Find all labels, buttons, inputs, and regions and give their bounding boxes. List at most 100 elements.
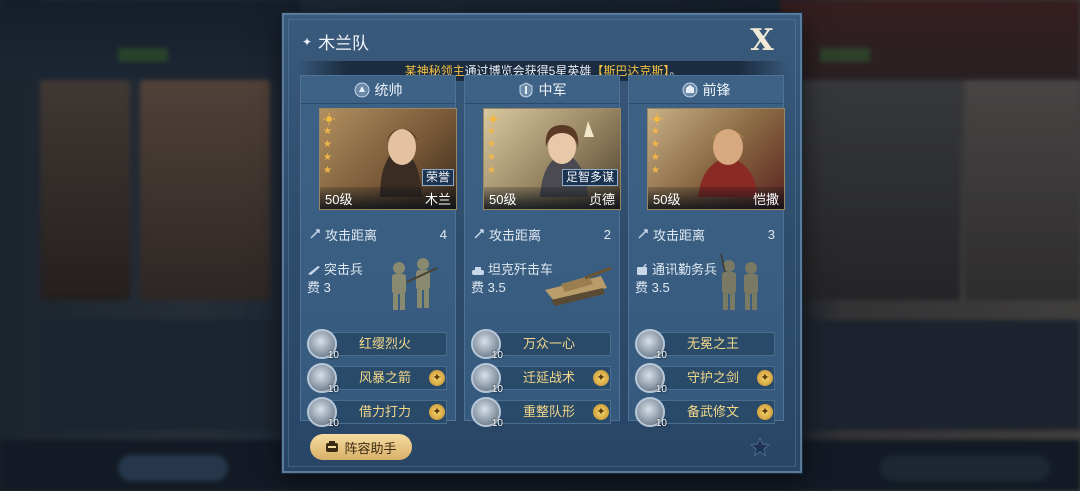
skill-slot[interactable]: 10 借力打力 ✦ — [307, 397, 449, 429]
attack-range-label: 攻击距离 — [653, 227, 706, 243]
skill-level: 10 — [491, 384, 503, 395]
favorite-star-icon[interactable] — [750, 437, 770, 457]
skill-level: 10 — [327, 418, 339, 429]
sun-icon — [323, 113, 335, 125]
hero-stars: ★ ★ ★ ★ — [651, 113, 663, 177]
troop-cost: 费 3 — [307, 280, 331, 295]
slot-role: 中军 — [538, 81, 567, 98]
slot-header: 中军 — [465, 76, 619, 104]
star-icon: ★ — [323, 126, 332, 137]
skill-slot[interactable]: 10 重整队形 ✦ — [471, 397, 613, 429]
star-icon: ★ — [487, 152, 496, 163]
skill-icon: 10 — [635, 329, 667, 361]
tank-icon — [472, 267, 484, 275]
slot-role: 前锋 — [702, 81, 731, 98]
range-icon — [638, 229, 648, 239]
hero-trait-tag: 荣誉 — [421, 169, 454, 186]
skill-slot[interactable]: 10 万众一心 — [471, 329, 613, 361]
hero-name: 木兰 — [424, 191, 451, 207]
attack-range-value: 3 — [767, 226, 775, 242]
skill-slot[interactable]: 10 风暴之箭 ✦ — [307, 363, 449, 395]
star-icon: ★ — [651, 126, 660, 137]
upgrade-icon[interactable]: ✦ — [757, 404, 773, 420]
skill-icon: 10 — [471, 397, 503, 429]
attack-range-label: 攻击距离 — [489, 227, 542, 243]
skill-list: 10 无冕之王 10 守护之剑 ✦ 10 备武修文 ✦ — [635, 329, 777, 431]
dialog-title: 木兰队 — [318, 34, 370, 53]
hero-level: 50级 — [653, 191, 681, 207]
skill-icon: 10 — [471, 329, 503, 361]
skill-slot[interactable]: 10 无冕之王 — [635, 329, 777, 361]
star-icon: ★ — [651, 152, 660, 163]
hero-level: 50级 — [325, 191, 353, 207]
star-icon: ★ — [651, 165, 660, 176]
slot-header: 前锋 — [629, 76, 783, 104]
skill-list: 10 红缨烈火 10 风暴之箭 ✦ 10 借力打力 ✦ — [307, 329, 449, 431]
upgrade-icon[interactable]: ✦ — [429, 404, 445, 420]
skill-slot[interactable]: 10 守护之剑 ✦ — [635, 363, 777, 395]
dialog-header: ✦ 木兰队 — [302, 29, 369, 54]
skill-slot[interactable]: 10 红缨烈火 — [307, 329, 449, 361]
star-icon: ★ — [323, 139, 332, 150]
hero-stars: ★ ★ ★ ★ — [487, 113, 499, 177]
hero-portrait[interactable]: ★ ★ ★ ★ 荣誉 50级 木兰 — [319, 108, 457, 210]
skill-level: 10 — [655, 350, 667, 361]
skill-level: 10 — [491, 418, 503, 429]
formation-slot-vanguard: 前锋 ★ ★ ★ ★ 50级 恺撒 攻击距离 3 通讯勤务兵 费 3.5 10 … — [628, 75, 785, 429]
range-icon — [310, 229, 320, 239]
troop-name: 突击兵 — [324, 262, 364, 277]
tank-destroyer-art — [545, 266, 612, 306]
infantry-troop-art — [392, 258, 438, 310]
skill-level: 10 — [327, 384, 339, 395]
skill-icon: 10 — [635, 397, 667, 429]
range-icon — [474, 229, 484, 239]
formation-slot-center: 中军 ★ ★ ★ ★ 足智多谋 50级 贞德 攻击距离 2 坦克歼击车 费 3.… — [464, 75, 621, 429]
hero-artwork — [698, 129, 758, 197]
lineup-helper-button[interactable]: 阵容助手 — [310, 434, 412, 460]
attack-range-label: 攻击距离 — [325, 227, 378, 243]
skill-slot[interactable]: 10 迁延战术 ✦ — [471, 363, 613, 395]
skill-level: 10 — [327, 350, 339, 361]
star-icon: ★ — [487, 126, 496, 137]
close-button[interactable]: X — [746, 26, 778, 56]
upgrade-icon[interactable]: ✦ — [593, 404, 609, 420]
skill-level: 10 — [491, 350, 503, 361]
formation-slot-commander: 统帅 ★ ★ ★ ★ 荣誉 50级 木兰 攻击距离 4 突击兵 费 3 10 红… — [300, 75, 457, 429]
lineup-helper-label: 阵容助手 — [344, 440, 397, 456]
skill-level: 10 — [655, 418, 667, 429]
hero-stars: ★ ★ ★ ★ — [323, 113, 335, 177]
star-icon: ★ — [323, 165, 332, 176]
skill-slot[interactable]: 10 备武修文 ✦ — [635, 397, 777, 429]
radio-icon — [637, 263, 647, 275]
attack-range-value: 4 — [439, 226, 447, 242]
hero-level: 50级 — [489, 191, 517, 207]
skill-name: 红缨烈火 — [323, 332, 447, 356]
star-icon: ★ — [651, 139, 660, 150]
lineup-dialog: ✦ 木兰队 X 某神秘领主通过博览会获得5星英雄【斯巴达克斯】。 统帅 ★ ★ … — [282, 13, 802, 473]
star-icon: ★ — [487, 139, 496, 150]
vanguard-badge-icon — [682, 82, 697, 97]
attack-range-value: 2 — [603, 226, 611, 242]
skill-name: 万众一心 — [487, 332, 611, 356]
upgrade-icon[interactable]: ✦ — [757, 370, 773, 386]
helper-icon — [326, 441, 339, 452]
hero-portrait[interactable]: ★ ★ ★ ★ 足智多谋 50级 贞德 — [483, 108, 621, 210]
upgrade-icon[interactable]: ✦ — [593, 370, 609, 386]
commander-badge-icon — [354, 82, 369, 97]
skill-level: 10 — [655, 384, 667, 395]
star-icon: ★ — [487, 165, 496, 176]
skill-icon: 10 — [307, 397, 339, 429]
hero-portrait[interactable]: ★ ★ ★ ★ 50级 恺撒 — [647, 108, 785, 210]
slot-header: 统帅 — [301, 76, 455, 104]
skill-icon: 10 — [307, 329, 339, 361]
hero-level-bar: 50级 木兰 — [320, 187, 456, 209]
skill-icon: 10 — [307, 363, 339, 395]
skill-icon: 10 — [635, 363, 667, 395]
skill-icon: 10 — [471, 363, 503, 395]
hero-name: 恺撒 — [752, 191, 779, 207]
rifle-icon — [308, 266, 320, 275]
sun-icon — [651, 113, 663, 125]
upgrade-icon[interactable]: ✦ — [429, 370, 445, 386]
hero-name: 贞德 — [588, 191, 615, 207]
attack-range-row: 攻击距离 3 — [637, 224, 775, 244]
